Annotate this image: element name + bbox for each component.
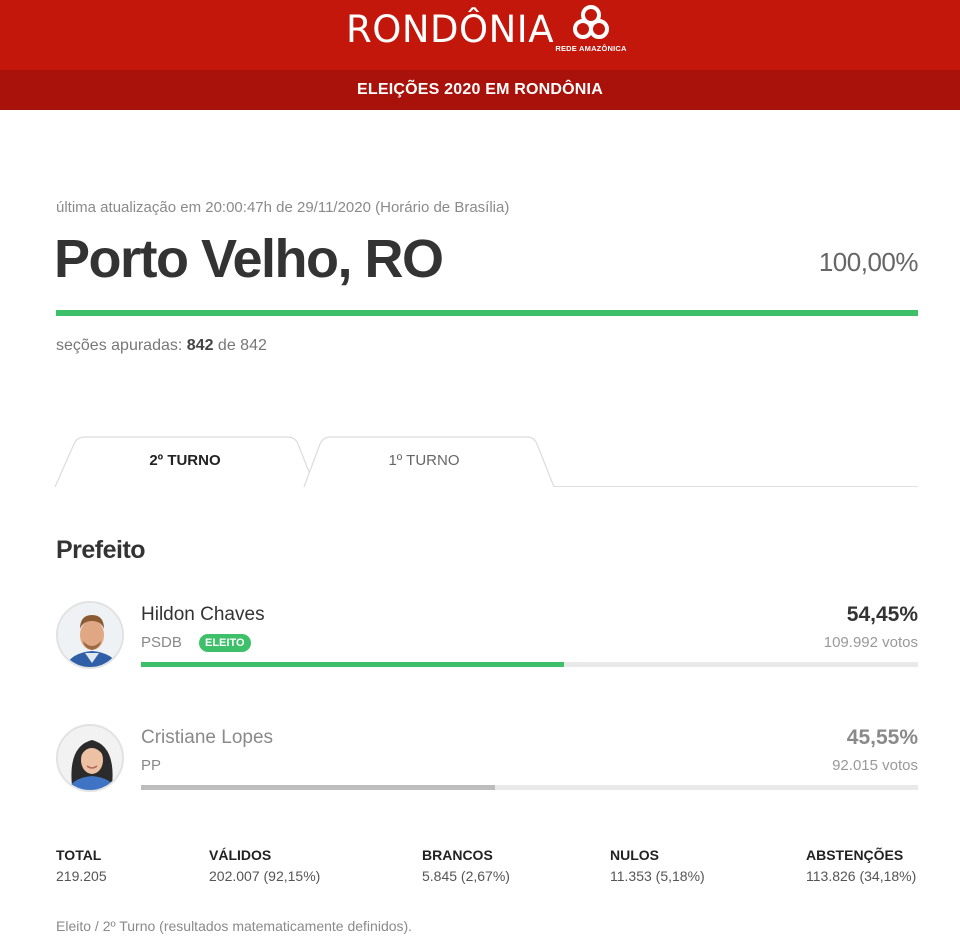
candidate-name: Cristiane Lopes [141,727,274,748]
sections-counted-value: 842 [186,337,214,354]
stat-label: TOTAL [56,847,102,863]
stat-valid: VÁLIDOS 202.007 (92,15%) [209,847,320,884]
candidate-percent: 54,45% [846,603,918,626]
stat-value: 219.205 [56,868,107,884]
last-updated: última atualização em 20:00:47h de 29/11… [56,199,510,216]
candidate-vote-bar-fill [141,662,565,667]
candidate-party: PP [141,757,162,774]
candidate-vote-bar [141,662,918,667]
footnote: Eleito / 2º Turno (resultados matematica… [56,918,413,934]
stat-label: NULOS [610,847,659,863]
candidate-name: Hildon Chaves [141,604,265,625]
tab-label: 1º TURNO [388,452,460,469]
vote-totals: TOTAL 219.205 VÁLIDOS 202.007 (92,15%) B… [56,847,918,891]
logo-icon [573,5,609,39]
candidate-row[interactable]: Hildon Chaves PSDB ELEITO 54,45% 109.992… [56,601,918,681]
percent-counted: 100,00% [818,247,919,277]
stat-label: ABSTENÇÕES [806,847,904,863]
top-header: RONDÔNIA REDE AMAZÔNICA [0,0,960,70]
candidate-votes: 92.015 votos [832,757,918,774]
elected-badge: ELEITO [199,634,251,652]
stat-label: VÁLIDOS [209,847,272,863]
sections-label: seções apuradas: [56,337,183,354]
sections-of: de [217,337,236,354]
stat-total: TOTAL 219.205 [56,847,107,884]
stat-label: BRANCOS [422,847,493,863]
page-title: Porto Velho, RO [54,229,444,289]
candidate-vote-bar [141,785,918,790]
candidate-vote-bar-fill [141,785,495,790]
brand-title[interactable]: RONDÔNIA [346,8,554,51]
stat-null: NULOS 11.353 (5,18%) [610,847,705,884]
male-candidate-photo [56,601,124,669]
stat-abstentions: ABSTENÇÕES 113.826 (34,18%) [806,847,916,884]
female-candidate-photo [56,724,124,792]
sections-total-value: 842 [240,337,267,354]
tab-2nd-round[interactable]: 2º TURNO [54,436,316,487]
candidate-row[interactable]: Cristiane Lopes PP 45,55% 92.015 votos [56,724,918,804]
counting-progress-fill [56,310,918,316]
candidate-party: PSDB [141,634,182,651]
stat-blank: BRANCOS 5.845 (2,67%) [422,847,510,884]
counting-progress-bar [56,310,918,316]
race-title: Prefeito [56,536,146,564]
candidate-percent: 45,55% [846,726,918,749]
stat-value: 5.845 (2,67%) [422,868,510,884]
tab-label: 2º TURNO [149,452,221,469]
logo-text: REDE AMAZÔNICA [555,44,627,53]
candidate-votes: 109.992 votos [823,634,918,651]
election-subtitle-bar[interactable]: ELEIÇÕES 2020 EM RONDÔNIA [0,70,960,110]
sections-counted: seções apuradas: 842 de 842 [56,337,267,355]
stat-value: 113.826 (34,18%) [806,868,917,884]
stat-value: 11.353 (5,18%) [610,868,705,884]
tab-1st-round[interactable]: 1º TURNO [303,436,555,487]
rede-amazonica-logo[interactable]: REDE AMAZÔNICA [553,4,629,54]
stat-value: 202.007 (92,15%) [209,868,321,884]
